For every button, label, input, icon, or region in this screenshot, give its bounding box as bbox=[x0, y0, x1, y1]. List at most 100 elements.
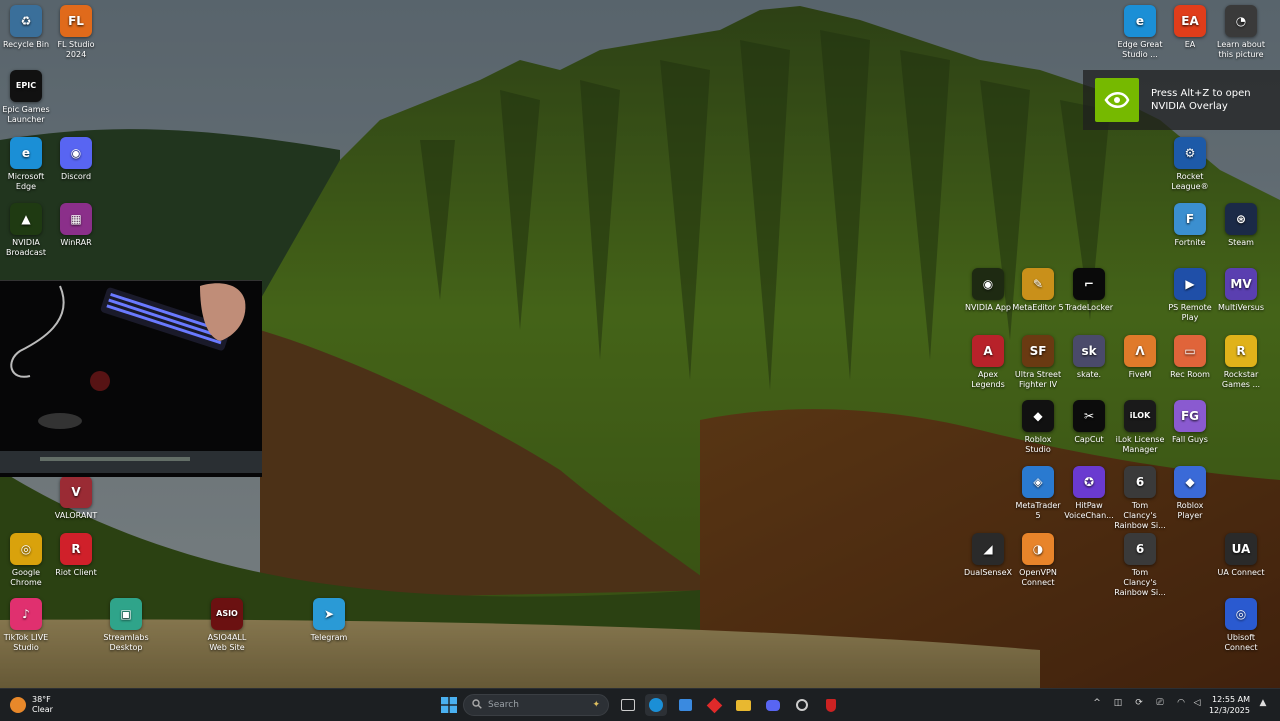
desktop-icon-openvpn[interactable]: ◑ OpenVPN Connect bbox=[1012, 533, 1064, 588]
desktop-icon-nvidia-broadcast[interactable]: ▲ NVIDIA Broadcast bbox=[0, 203, 52, 258]
recycle-bin-icon: ♻ bbox=[10, 5, 42, 37]
skate-icon: sk bbox=[1073, 335, 1105, 367]
desktop-icon-apex[interactable]: A Apex Legends bbox=[962, 335, 1014, 390]
desktop-icon-multiversus[interactable]: MV MultiVersus bbox=[1215, 268, 1267, 313]
weather-sun-icon bbox=[10, 697, 26, 713]
weather-widget[interactable]: 38°F Clear bbox=[10, 693, 53, 717]
desktop-icon-label: TradeLocker bbox=[1064, 303, 1114, 312]
desktop-icon-tiktok-live[interactable]: ♪ TikTok LIVE Studio bbox=[0, 598, 52, 653]
app-taskbar-icon-shield[interactable] bbox=[820, 694, 842, 716]
notification-bell-icon[interactable]: ▲ bbox=[1256, 698, 1270, 708]
desktop-icon-skate[interactable]: sk skate. bbox=[1063, 335, 1115, 380]
settings-taskbar-icon[interactable] bbox=[791, 694, 813, 716]
rec-room-icon: ▭ bbox=[1174, 335, 1206, 367]
desktop-icon-metatrader[interactable]: ◈ MetaTrader 5 bbox=[1012, 466, 1064, 521]
desktop-icon-label: Learn about this picture bbox=[1217, 40, 1265, 59]
webcam-overlay bbox=[0, 280, 262, 477]
desktop-icon-rockstar[interactable]: R Rockstar Games ... bbox=[1215, 335, 1267, 390]
desktop-icon-ps-remote-play[interactable]: ▶ PS Remote Play bbox=[1164, 268, 1216, 323]
app-taskbar-icon-red[interactable] bbox=[703, 694, 725, 716]
desktop-icon-label: iLok License Manager bbox=[1115, 435, 1165, 454]
desktop-icon-nvidia-app[interactable]: ◉ NVIDIA App bbox=[962, 268, 1014, 313]
fall-guys-icon: FG bbox=[1174, 400, 1206, 432]
desktop-icon-roblox-studio[interactable]: ◆ Roblox Studio bbox=[1012, 400, 1064, 455]
ea-icon: EA bbox=[1174, 5, 1206, 37]
desktop-icon-discord[interactable]: ◉ Discord bbox=[50, 137, 102, 182]
volume-icon[interactable]: ◁ bbox=[1190, 698, 1204, 708]
desktop-icon-recycle-bin[interactable]: ♻ Recycle Bin bbox=[0, 5, 52, 50]
desktop-icon-sf4[interactable]: SF Ultra Street Fighter IV bbox=[1012, 335, 1064, 390]
desktop-icon-roblox-player[interactable]: ◆ Roblox Player bbox=[1164, 466, 1216, 521]
ua-connect-icon: UA bbox=[1225, 533, 1257, 565]
desktop-icon-dualsensex[interactable]: ◢ DualSenseX bbox=[962, 533, 1014, 578]
desktop-icon-chrome[interactable]: ◎ Google Chrome bbox=[0, 533, 52, 588]
start-button[interactable] bbox=[438, 694, 460, 716]
desktop-icon-edge-studio[interactable]: e Edge Great Studio ... bbox=[1114, 5, 1166, 60]
tradelocker-icon: ⌐ bbox=[1073, 268, 1105, 300]
desktop-icon-label: NVIDIA App bbox=[965, 303, 1011, 312]
desktop-icon-edge[interactable]: e Microsoft Edge bbox=[0, 137, 52, 192]
asio4all-icon: ASIO bbox=[211, 598, 243, 630]
desktop-icon-fortnite[interactable]: F Fortnite bbox=[1164, 203, 1216, 248]
rainbow-six-1-icon: 6 bbox=[1124, 466, 1156, 498]
desktop-icon-label: Microsoft Edge bbox=[7, 172, 45, 191]
discord-taskbar-icon[interactable] bbox=[762, 694, 784, 716]
desktop-icon-valorant[interactable]: V VALORANT bbox=[50, 476, 102, 521]
desktop-icon-label: Epic Games Launcher bbox=[2, 105, 50, 124]
desktop-icon-label: Rockstar Games ... bbox=[1221, 370, 1261, 389]
desktop-icon-epic-games[interactable]: EPIC Epic Games Launcher bbox=[0, 70, 52, 125]
desktop-icon-rainbow-six-1[interactable]: 6 Tom Clancy's Rainbow Si... bbox=[1114, 466, 1166, 531]
file-explorer-icon[interactable] bbox=[732, 694, 754, 716]
desktop-icon-rocket-league[interactable]: ⚙ Rocket League® bbox=[1164, 137, 1216, 192]
desktop-icon-label: HitPaw VoiceChan... bbox=[1064, 501, 1114, 520]
streamlabs-icon: ▣ bbox=[110, 598, 142, 630]
desktop-icon-capcut[interactable]: ✂ CapCut bbox=[1063, 400, 1115, 445]
desktop-icon-label: Fortnite bbox=[1174, 238, 1206, 247]
desktop-icon-riot-client[interactable]: R Riot Client bbox=[50, 533, 102, 578]
tray-app-icon-1[interactable]: ◫ bbox=[1111, 698, 1125, 708]
desktop-icon-fivem[interactable]: Λ FiveM bbox=[1114, 335, 1166, 380]
clock[interactable]: 12:55 AM 12/3/2025 bbox=[1209, 694, 1250, 716]
desktop-icon-label: UA Connect bbox=[1217, 568, 1265, 577]
riot-client-icon: R bbox=[60, 533, 92, 565]
telegram-icon: ➤ bbox=[313, 598, 345, 630]
desktop-icon-steam[interactable]: ⊛ Steam bbox=[1215, 203, 1267, 248]
desktop-icon-ua-connect[interactable]: UA UA Connect bbox=[1215, 533, 1267, 578]
roblox-studio-icon: ◆ bbox=[1022, 400, 1054, 432]
search-placeholder: Search bbox=[488, 700, 519, 710]
desktop-icon-ea[interactable]: EA EA bbox=[1164, 5, 1216, 50]
desktop-icon-fall-guys[interactable]: FG Fall Guys bbox=[1164, 400, 1216, 445]
desktop-icon-hitpaw[interactable]: ✪ HitPaw VoiceChan... bbox=[1063, 466, 1115, 521]
desktop-icon-winrar[interactable]: ▦ WinRAR bbox=[50, 203, 102, 248]
weather-temp: 38°F bbox=[32, 695, 51, 704]
weather-condition: Clear bbox=[32, 705, 53, 714]
desktop-icon-asio4all[interactable]: ASIO ASIO4ALL Web Site bbox=[201, 598, 253, 653]
edge-taskbar-icon[interactable] bbox=[645, 694, 667, 716]
wifi-icon[interactable]: ◠ bbox=[1174, 698, 1188, 708]
desktop-icon-telegram[interactable]: ➤ Telegram bbox=[303, 598, 355, 643]
desktop-icon-tradelocker[interactable]: ⌐ TradeLocker bbox=[1063, 268, 1115, 313]
apex-icon: A bbox=[972, 335, 1004, 367]
desktop-icon-rainbow-six-2[interactable]: 6 Tom Clancy's Rainbow Si... bbox=[1114, 533, 1166, 598]
tray-app-icon-2[interactable]: ⟳ bbox=[1132, 698, 1146, 708]
tiktok-live-icon: ♪ bbox=[10, 598, 42, 630]
clock-date: 12/3/2025 bbox=[1208, 706, 1250, 715]
desktop-icon-metaeditor[interactable]: ✎ MetaEditor 5 bbox=[1012, 268, 1064, 313]
desktop-icon-ilok[interactable]: iLOK iLok License Manager bbox=[1114, 400, 1166, 455]
tray-overflow-icon[interactable]: ^ bbox=[1090, 698, 1104, 708]
tray-app-icon-3[interactable]: ⎚ bbox=[1153, 698, 1167, 708]
desktop-icon-streamlabs[interactable]: ▣ Streamlabs Desktop bbox=[100, 598, 152, 653]
desktop-icon-label: Discord bbox=[60, 172, 92, 181]
desktop-icon-ubisoft-connect[interactable]: ◎ Ubisoft Connect bbox=[1215, 598, 1267, 653]
desktop-icon-learn-picture[interactable]: ◔ Learn about this picture bbox=[1215, 5, 1267, 60]
rainbow-six-2-icon: 6 bbox=[1124, 533, 1156, 565]
search-box[interactable]: Search ✦ bbox=[463, 694, 609, 716]
store-taskbar-icon[interactable] bbox=[674, 694, 696, 716]
desktop-icon-rec-room[interactable]: ▭ Rec Room bbox=[1164, 335, 1216, 380]
nvidia-overlay-notification[interactable]: Press Alt+Z to open NVIDIA Overlay bbox=[1083, 70, 1280, 130]
desktop-icon-fl-studio[interactable]: FL FL Studio 2024 bbox=[50, 5, 102, 60]
task-view-icon[interactable] bbox=[617, 694, 639, 716]
nvidia-logo-icon bbox=[1095, 78, 1139, 122]
desktop-icon-label: ASIO4ALL Web Site bbox=[207, 633, 247, 652]
search-highlight-icon: ✦ bbox=[592, 700, 600, 710]
